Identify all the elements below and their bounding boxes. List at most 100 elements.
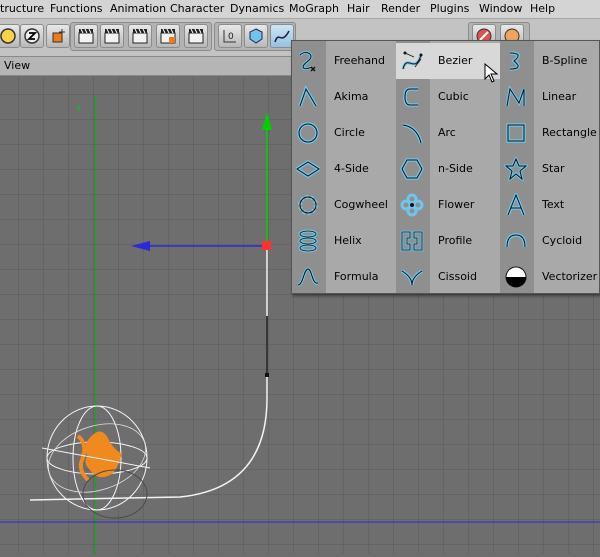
spline-icon [274,30,290,43]
cubic-icon [403,87,418,107]
menu-dynamics[interactable]: Dynamics [230,2,284,15]
clapper-icon [160,28,176,44]
menu-item-akima[interactable]: Akima [292,79,396,115]
bezier-icon [401,51,423,70]
four-side-icon [296,159,320,179]
menu-item-label: Cogwheel [334,198,388,211]
menu-animation[interactable]: Animation [110,2,166,15]
menu-item-vectorizer[interactable]: Vectorizer [500,259,600,295]
cogwheel-icon [298,195,318,215]
menu-item-rectangle[interactable]: Rectangle [500,115,600,151]
clapper-icon [78,28,94,44]
clapper-icon [188,28,204,44]
cube-icon [249,28,263,44]
null-object-icon: 0 [223,30,236,43]
formula-icon [297,267,319,287]
menu-item-cubic[interactable]: Cubic [396,79,500,115]
menu-item-circle[interactable]: Circle [292,115,396,151]
menu-item-label: Text [542,198,565,211]
active-point[interactable] [262,241,271,250]
menu-item-label: Arc [438,126,456,139]
menu-item-label: Freehand [334,54,386,67]
star-icon [504,157,528,181]
spline-point[interactable] [265,373,269,377]
svg-text:0: 0 [228,32,234,42]
menu-item-flower[interactable]: Flower [396,187,500,223]
null-object-button[interactable]: 0 [218,24,242,48]
mouse-cursor-icon [484,63,498,83]
menu-item-label: Vectorizer [542,270,598,283]
helix-icon [298,229,318,253]
menu-item-label: B-Spline [542,54,588,67]
menu-item-label: Formula [334,270,379,283]
menu-bar: tructure Functions Animation Character D… [0,0,600,19]
menu-item-4-side[interactable]: 4-Side [292,151,396,187]
menu-window[interactable]: Window [479,2,522,15]
rotate-tool-button[interactable] [0,24,20,48]
rotate-icon [0,28,16,44]
freehand-icon [298,51,316,72]
menu-item-label: Cycloid [542,234,583,247]
menu-structure[interactable]: tructure [0,2,44,15]
render-region-button[interactable] [100,24,124,48]
coordinate-system-icon [52,29,65,43]
menu-item-cogwheel[interactable]: Cogwheel [292,187,396,223]
menu-item-cycloid[interactable]: Cycloid [500,223,600,259]
menu-item-label: Flower [438,198,475,211]
menu-character[interactable]: Character [170,2,224,15]
cube-primitive-button[interactable] [244,24,268,48]
menu-item-label: Akima [334,90,369,103]
menu-help[interactable]: Help [530,2,555,15]
menu-item-label: n-Side [438,162,473,175]
menu-item-label: Linear [542,90,577,103]
render-settings-button[interactable] [156,24,180,48]
menu-item-label: Circle [334,126,365,139]
cissoid-icon [401,269,423,286]
menu-render[interactable]: Render [381,2,420,15]
menu-item-b-spline[interactable]: B-Spline [500,43,600,79]
menu-hair[interactable]: Hair [347,2,370,15]
render-picture-viewer-button[interactable] [128,24,152,48]
render-view-button[interactable] [74,24,98,48]
akima-icon [298,85,318,107]
menu-item-label: Rectangle [542,126,597,139]
vectorizer-icon [505,266,527,288]
view-menu[interactable]: View [4,59,30,72]
cycloid-icon [505,233,527,248]
text-icon [506,193,526,216]
clapper-icon [132,28,148,44]
clapper-icon [104,28,120,44]
menu-item-label: Cubic [438,90,469,103]
menu-item-cissoid[interactable]: Cissoid [396,259,500,295]
menu-item-helix[interactable]: Helix [292,223,396,259]
b-spline-icon [509,51,520,71]
coordinate-system-button[interactable] [46,24,70,48]
menu-item-text[interactable]: Text [500,187,600,223]
z-axis-icon [24,28,40,44]
menu-item-freehand[interactable]: Freehand [292,43,396,79]
menu-item-linear[interactable]: Linear [500,79,600,115]
menu-item-star[interactable]: Star [500,151,600,187]
edit-render-settings-button[interactable] [184,24,208,48]
menu-item-label: Helix [334,234,362,247]
menu-item-label: Profile [438,234,473,247]
n-side-icon [400,158,424,180]
menu-item-profile[interactable]: Profile [396,223,500,259]
menu-item-label: Star [542,162,565,175]
menu-item-formula[interactable]: Formula [292,259,396,295]
menu-item-label: 4-Side [334,162,369,175]
menu-mograph[interactable]: MoGraph [289,2,339,15]
profile-icon [400,230,424,252]
menu-plugins[interactable]: Plugins [430,2,469,15]
menu-functions[interactable]: Functions [50,2,103,15]
linear-icon [505,85,526,107]
z-axis-button[interactable] [20,24,44,48]
flower-icon [400,193,424,217]
menu-item-label: Bezier [438,54,473,67]
menu-item-n-side[interactable]: n-Side [396,151,500,187]
rectangle-icon [506,123,526,143]
menu-item-label: Cissoid [438,270,477,283]
spline-popup-menu: Freehand Akima Circle 4-Side Cogwheel He… [291,40,600,294]
menu-item-arc[interactable]: Arc [396,115,500,151]
y-axis-label: Y [75,104,81,113]
